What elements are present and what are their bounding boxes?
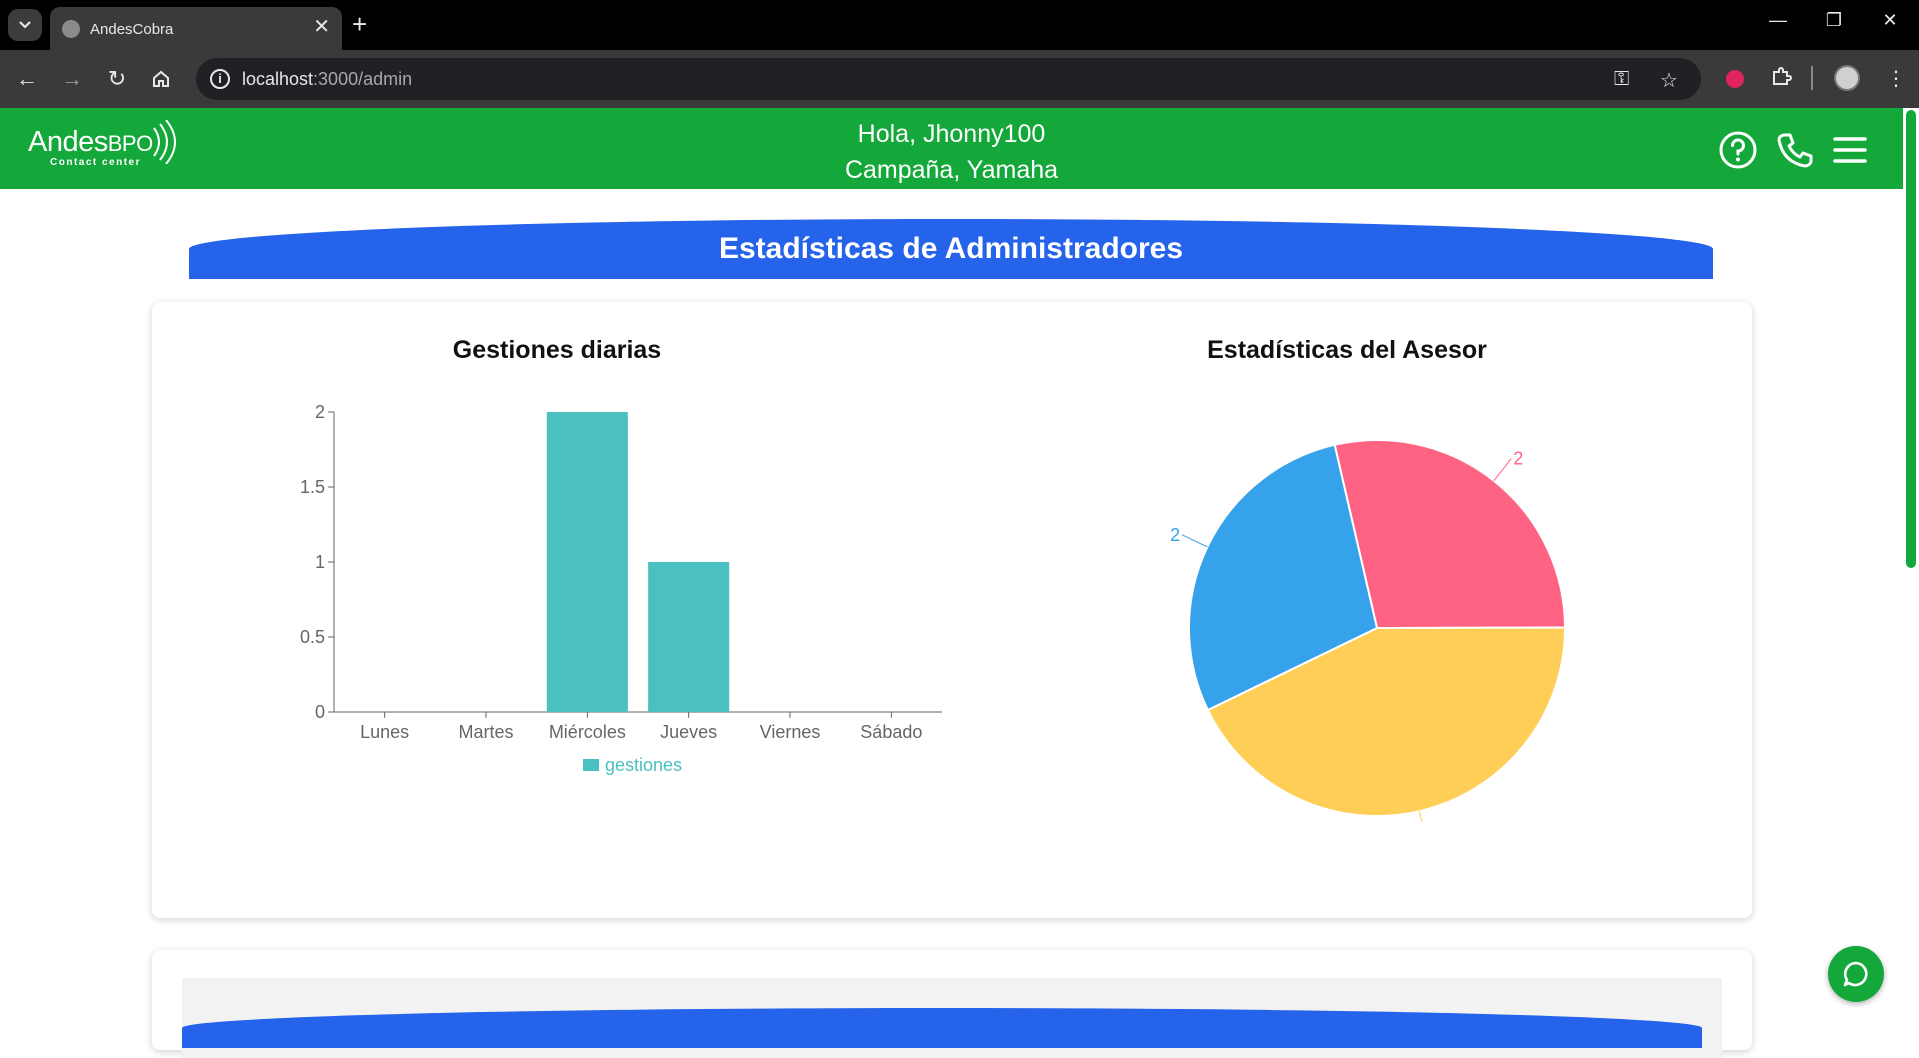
section-banner: Estadísticas de Administradores <box>189 219 1713 279</box>
tab-search-button[interactable] <box>8 9 42 41</box>
stats-card: Gestiones diarias Estadísticas del Aseso… <box>152 302 1752 918</box>
new-tab-button[interactable]: + <box>352 11 367 37</box>
minimize-button[interactable]: — <box>1758 10 1798 31</box>
forward-button[interactable]: → <box>57 64 87 94</box>
secondary-card <box>152 950 1752 1058</box>
x-tick-label: Viernes <box>760 722 821 742</box>
bar-jueves <box>648 562 730 712</box>
secondary-banner <box>182 1008 1702 1048</box>
x-tick-label: Martes <box>458 722 513 742</box>
pie-chart-title: Estadísticas del Asesor <box>1207 336 1487 364</box>
address-bar[interactable]: i localhost:3000/admin ⚿ ☆ <box>196 58 1701 100</box>
back-button[interactable]: ← <box>12 64 42 94</box>
app-header: AndesBPO Contact center Hola, Jhonny100 … <box>0 108 1903 189</box>
x-tick-label: Jueves <box>660 722 717 742</box>
extension-icon[interactable] <box>1726 70 1744 88</box>
y-tick-label: 2 <box>315 402 325 422</box>
site-info-icon[interactable]: i <box>210 69 230 89</box>
y-tick-label: 0 <box>315 702 325 722</box>
user-greeting: Hola, Jhonny100 Campaña, Yamaha <box>0 116 1903 188</box>
pie-data-label: 2 <box>1170 525 1180 545</box>
home-icon <box>153 70 169 87</box>
globe-icon <box>62 20 80 38</box>
legend-swatch <box>583 759 599 771</box>
bar-chart: 0 0.5 1 1.5 2 Lunes Martes Miércoles Jueves Viern… <box>300 402 942 775</box>
x-tick-label: Lunes <box>360 722 409 742</box>
pie-label-line <box>1181 534 1208 548</box>
url-text[interactable]: localhost:3000/admin <box>242 69 412 90</box>
home-button[interactable] <box>146 64 176 94</box>
extensions-puzzle-icon[interactable] <box>1770 66 1792 94</box>
restore-button[interactable]: ❐ <box>1814 10 1854 31</box>
profile-avatar[interactable] <box>1834 65 1860 91</box>
tab-title: AndesCobra <box>90 21 174 38</box>
y-tick-label: 1 <box>315 552 325 572</box>
bar-chart-title: Gestiones diarias <box>452 336 662 364</box>
y-tick-label: 1.5 <box>300 477 325 497</box>
legend-label: gestiones <box>605 755 682 775</box>
phone-icon[interactable] <box>1775 130 1815 170</box>
banner-title: Estadísticas de Administradores <box>718 232 1184 265</box>
key-icon[interactable]: ⚿ <box>1614 68 1629 91</box>
chevron-down-icon <box>19 21 31 29</box>
browser-tab-bar: AndesCobra ✕ + — ❐ ✕ <box>0 0 1919 50</box>
y-tick-label: 0.5 <box>300 627 325 647</box>
browser-toolbar: ← → ↻ i localhost:3000/admin ⚿ ☆ ⋮ <box>0 50 1919 108</box>
bar-miércoles <box>546 412 628 712</box>
pie-label-line <box>1493 458 1512 481</box>
menu-dots-icon[interactable]: ⋮ <box>1886 66 1906 91</box>
close-window-button[interactable]: ✕ <box>1870 10 1910 31</box>
reload-button[interactable]: ↻ <box>102 64 132 94</box>
x-tick-label: Sábado <box>860 722 922 742</box>
chat-button[interactable] <box>1828 946 1884 1002</box>
campaign-name: Campaña, Yamaha <box>844 156 1059 184</box>
pie-data-label: 2 <box>1513 449 1523 469</box>
pie-label-line <box>1418 811 1423 822</box>
help-icon[interactable] <box>1718 130 1758 170</box>
toolbar-divider <box>1811 66 1813 90</box>
chat-bubble-icon <box>1843 961 1868 987</box>
bookmark-star-icon[interactable]: ☆ <box>1660 68 1678 93</box>
scrollbar-thumb[interactable] <box>1906 110 1916 568</box>
browser-tab[interactable]: AndesCobra ✕ <box>50 7 342 50</box>
x-tick-label: Miércoles <box>549 722 626 742</box>
close-tab-icon[interactable]: ✕ <box>313 17 330 37</box>
hamburger-menu-icon[interactable] <box>1830 130 1870 170</box>
greeting-name: Hola, Jhonny100 <box>857 120 1046 148</box>
pie-chart: 232 <box>1170 439 1567 822</box>
